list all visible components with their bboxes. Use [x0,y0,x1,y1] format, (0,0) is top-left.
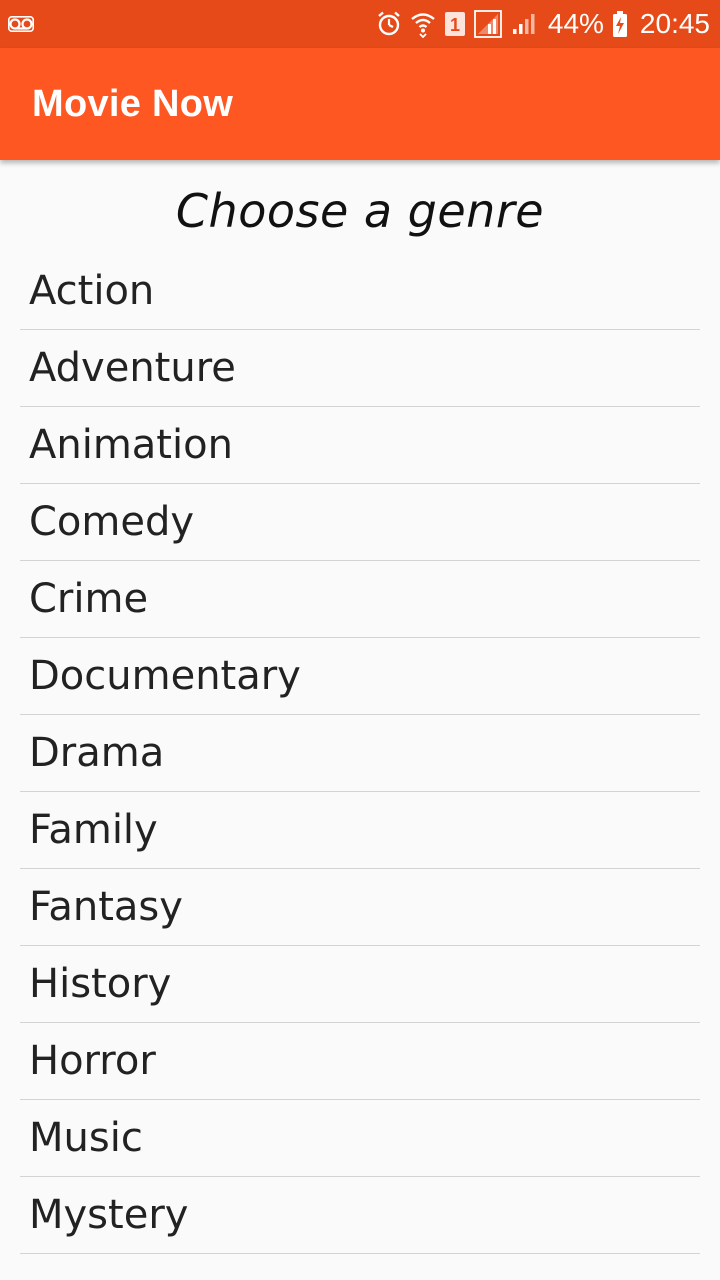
clock-time: 20:45 [639,8,710,39]
app-title: Movie Now [32,82,234,125]
genre-label: Animation [29,422,233,468]
status-icons: 1 44% 20:45 [376,10,710,38]
genre-label: Crime [29,576,149,622]
genre-item-drama[interactable]: Drama [20,715,700,792]
battery-percent: 44% [547,8,604,39]
genre-list: Action Adventure Animation Comedy Crime … [20,253,700,1254]
battery-charging-icon [612,10,628,38]
alarm-icon [376,10,402,38]
genre-item-animation[interactable]: Animation [20,407,700,484]
genre-label: Adventure [29,345,236,391]
genre-label: Music [29,1115,143,1161]
voicemail-icon [8,15,34,33]
genre-item-documentary[interactable]: Documentary [20,638,700,715]
genre-item-fantasy[interactable]: Fantasy [20,869,700,946]
genre-item-music[interactable]: Music [20,1100,700,1177]
app-bar: Movie Now [0,48,720,160]
sim-icon: 1 [444,10,466,38]
wifi-icon [410,10,436,38]
status-bar: 1 44% 20:45 [0,0,720,48]
genre-label: Documentary [29,653,301,699]
genre-item-crime[interactable]: Crime [20,561,700,638]
signal-icon [510,10,538,38]
genre-label: Comedy [29,499,195,545]
genre-label: Fantasy [29,884,183,930]
page-heading: Choose a genre [175,184,545,238]
genre-item-family[interactable]: Family [20,792,700,869]
genre-item-action[interactable]: Action [20,253,700,330]
svg-text:1: 1 [450,15,460,35]
genre-label: History [29,961,172,1007]
genre-label: Horror [29,1038,156,1084]
genre-item-adventure[interactable]: Adventure [20,330,700,407]
genre-item-mystery[interactable]: Mystery [20,1177,700,1254]
genre-label: Family [29,807,158,853]
genre-item-horror[interactable]: Horror [20,1023,700,1100]
signal-icon [473,10,502,38]
genre-item-history[interactable]: History [20,946,700,1023]
genre-label: Action [29,268,155,314]
genre-label: Drama [29,730,165,776]
genre-label: Mystery [29,1192,189,1238]
genre-item-comedy[interactable]: Comedy [20,484,700,561]
